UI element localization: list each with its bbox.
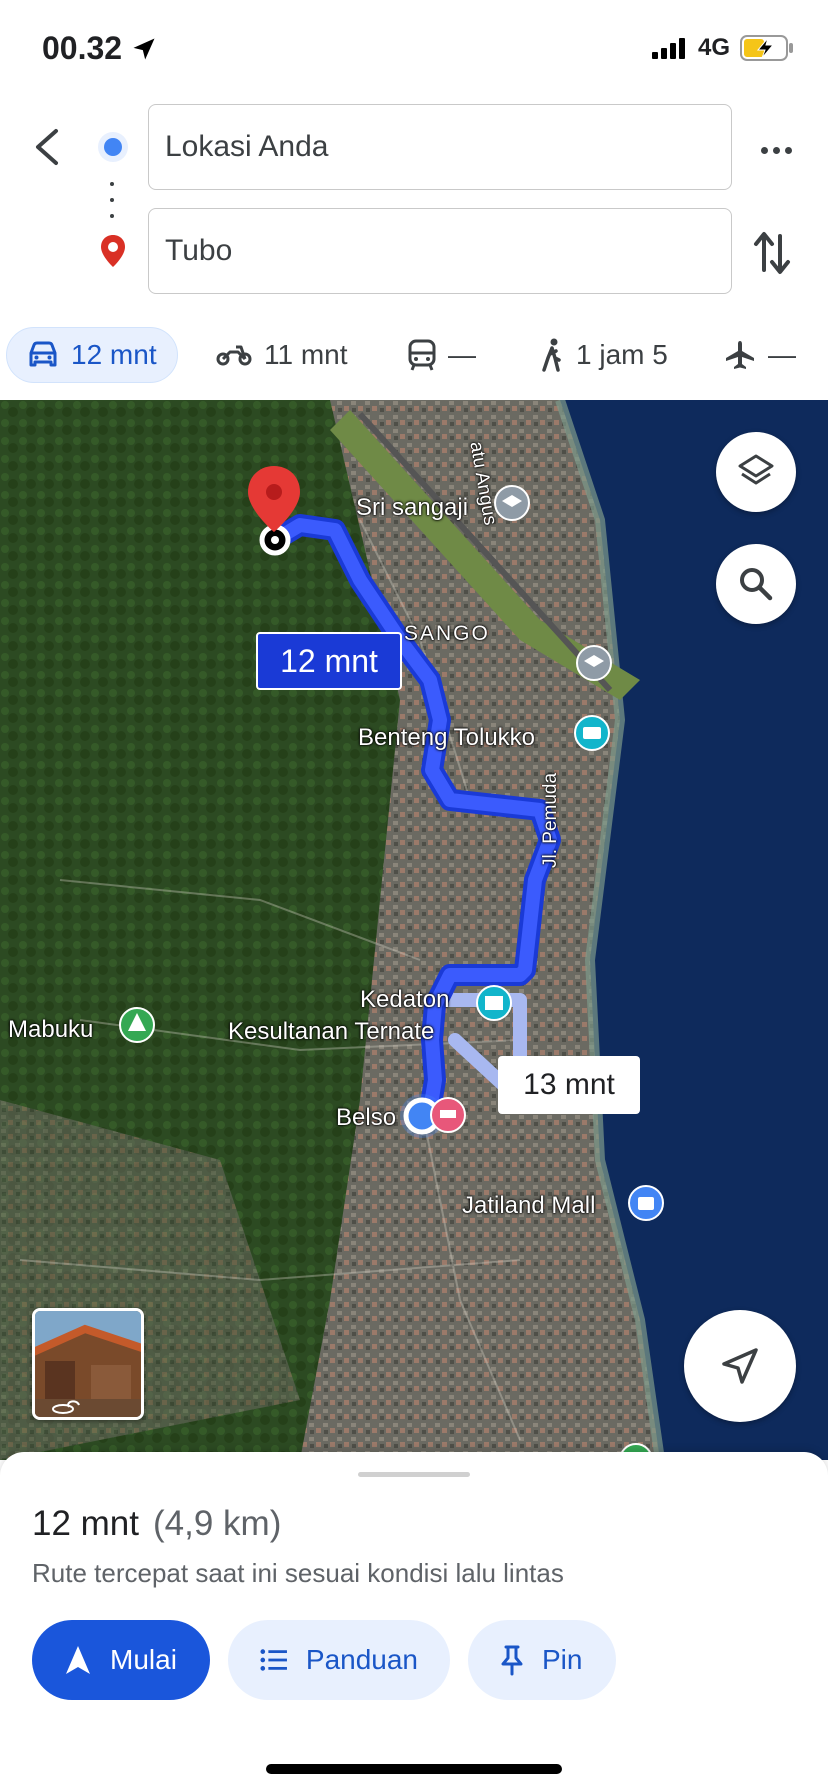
pin-button-label: Pin xyxy=(542,1644,583,1675)
back-button[interactable] xyxy=(22,122,72,172)
navigation-arrow-icon xyxy=(722,1348,758,1384)
sheet-drag-handle[interactable] xyxy=(358,1472,470,1477)
status-time: 00.32 xyxy=(42,30,123,66)
tab-transit-label: — xyxy=(448,339,476,370)
tab-flight[interactable]: — xyxy=(704,327,816,383)
street-view-image xyxy=(35,1311,141,1417)
destination-input[interactable]: Tubo xyxy=(148,208,732,294)
travel-mode-tabs: 12 mnt 11 mnt — 1 jam 5 — xyxy=(0,326,828,384)
directions-header: Lokasi Anda Tubo xyxy=(0,100,828,310)
status-bar: 00.32 4G xyxy=(0,0,828,100)
steps-button-label: Panduan xyxy=(305,1644,418,1675)
map-label-kesultanan[interactable]: Kesultanan Ternate xyxy=(228,1018,434,1046)
car-icon xyxy=(29,341,57,367)
swap-direction-icon[interactable] xyxy=(750,228,794,278)
network-label: 4G xyxy=(697,34,730,61)
route-duration: 12 mnt xyxy=(32,1504,139,1543)
search-along-route-button[interactable] xyxy=(716,544,796,624)
map-label-benteng-tolukko[interactable]: Benteng Tolukko xyxy=(358,724,535,752)
tab-transit[interactable]: — xyxy=(388,327,496,383)
walk-icon xyxy=(542,338,561,372)
transit-icon xyxy=(408,339,436,371)
navigation-start-icon xyxy=(66,1646,90,1674)
map-label-kedaton[interactable]: Kedaton xyxy=(360,986,449,1014)
map-view[interactable]: atu Angus Sri sangaji SANGO Benteng Tolu… xyxy=(0,400,828,1460)
alternate-route-time-chip[interactable]: 13 mnt xyxy=(498,1056,640,1114)
route-details-sheet[interactable]: 12 mnt (4,9 km) Rute tercepat saat ini se… xyxy=(0,1452,828,1792)
map-label-belso[interactable]: Belso xyxy=(336,1104,396,1132)
battery-charging-icon xyxy=(740,35,793,61)
tab-walk-label: 1 jam 5 xyxy=(576,339,668,370)
primary-route-time-chip[interactable]: 12 mnt xyxy=(256,632,402,690)
map-label-sango: SANGO xyxy=(404,622,490,645)
more-options-button[interactable] xyxy=(754,128,798,172)
flight-icon xyxy=(726,341,754,369)
search-icon xyxy=(740,568,773,601)
pin-icon xyxy=(501,1645,523,1676)
map-label-sri-sangaji[interactable]: Sri sangaji xyxy=(356,494,468,522)
recenter-button[interactable] xyxy=(684,1310,796,1422)
satellite-map xyxy=(0,400,828,1460)
location-arrow-icon xyxy=(133,38,155,59)
route-distance: (4,9 km) xyxy=(153,1504,282,1543)
status-right: 4G xyxy=(651,34,794,62)
route-description: Rute tercepat saat ini sesuai kondisi la… xyxy=(32,1558,564,1588)
motorcycle-icon xyxy=(216,345,252,366)
layers-button[interactable] xyxy=(716,432,796,512)
tab-drive[interactable]: 12 mnt xyxy=(6,327,178,383)
origin-input[interactable]: Lokasi Anda xyxy=(148,104,732,190)
list-icon xyxy=(260,1649,287,1671)
destination-pin-icon xyxy=(101,235,125,267)
home-indicator[interactable] xyxy=(266,1764,562,1774)
tab-walk[interactable]: 1 jam 5 xyxy=(520,327,688,383)
route-connector xyxy=(110,182,114,218)
start-button-label: Mulai xyxy=(110,1644,177,1675)
status-time-group: 00.32 xyxy=(42,30,158,67)
map-label-mabuku[interactable]: Mabuku xyxy=(8,1016,93,1044)
map-label-jatiland[interactable]: Jatiland Mall xyxy=(462,1192,595,1220)
origin-dot-icon xyxy=(98,132,128,162)
layers-icon xyxy=(738,454,774,485)
map-label-jl-pemuda: Jl. Pemuda xyxy=(540,772,561,868)
start-button[interactable]: Mulai xyxy=(32,1620,210,1700)
tab-drive-label: 12 mnt xyxy=(71,339,157,370)
street-view-thumbnail[interactable] xyxy=(32,1308,144,1420)
tab-motorcycle-label: 11 mnt xyxy=(264,339,348,370)
route-summary: 12 mnt (4,9 km) xyxy=(32,1504,281,1544)
signal-icon xyxy=(651,38,685,59)
tab-motorcycle[interactable]: 11 mnt xyxy=(196,327,368,383)
pin-button[interactable]: Pin xyxy=(468,1620,616,1700)
tab-flight-label: — xyxy=(768,339,796,370)
back-arrow-icon xyxy=(36,129,58,165)
steps-button[interactable]: Panduan xyxy=(228,1620,450,1700)
